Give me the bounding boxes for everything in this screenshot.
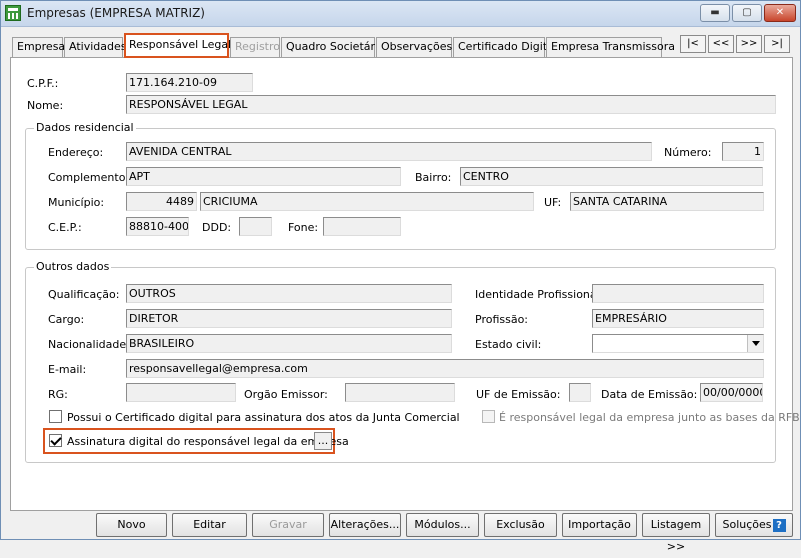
profissao-field[interactable]: EMPRESÁRIO [592,309,764,328]
listagem-button[interactable]: Listagem >> [642,513,710,553]
identidade-profissional-field[interactable] [592,284,764,303]
qualificacao-label: Qualificação: [48,288,120,301]
endereco-label: Endereço: [48,146,104,159]
fone-label: Fone: [288,221,319,234]
nav-last-button[interactable]: >| [764,35,790,53]
cpf-label: C.P.F.: [27,77,59,90]
nacionalidade-label: Nacionalidade: [48,338,130,351]
qualificacao-field[interactable]: OUTROS [126,284,452,303]
tab-registro[interactable]: Registro [230,37,280,57]
uf-field[interactable]: SANTA CATARINA [570,192,764,211]
nav-next-button[interactable]: >> [736,35,762,53]
uf-label: UF: [544,196,562,209]
complemento-field[interactable]: APT [126,167,401,186]
estado-civil-label: Estado civil: [475,338,542,351]
alteracoes-button[interactable]: Alterações... [329,513,401,537]
importacao-button[interactable]: Importação [562,513,637,537]
window: Empresas (EMPRESA MATRIZ) ▬ ▢ ✕ Empresa … [0,0,801,553]
nacionalidade-field[interactable]: BRASILEIRO [126,334,452,353]
municipio-label: Município: [48,196,105,209]
profissao-label: Profissão: [475,313,529,326]
assinatura-digital-checkbox[interactable] [49,434,62,447]
chevron-down-icon[interactable] [747,335,763,352]
rg-label: RG: [48,388,68,401]
assinatura-digital-label: Assinatura digital do responsável legal … [67,435,349,448]
tab-empresa[interactable]: Empresa [12,37,65,57]
nome-label: Nome: [27,99,64,112]
gravar-button[interactable]: Gravar [252,513,324,537]
email-field[interactable]: responsavellegal@empresa.com [126,359,764,378]
data-emissao-field[interactable]: 00/00/0000 [700,383,763,402]
uf-emissao-label: UF de Emissão: [476,388,561,401]
editar-button[interactable]: Editar [172,513,247,537]
estado-civil-dropdown[interactable] [592,334,764,353]
nav-first-button[interactable]: |< [680,35,706,53]
outros-dados-title: Outros dados [34,260,112,273]
maximize-button[interactable]: ▢ [732,4,762,22]
nome-field[interactable]: RESPONSÁVEL LEGAL [126,95,776,114]
numero-label: Número: [664,146,712,159]
cargo-label: Cargo: [48,313,85,326]
orgao-emissor-field[interactable] [345,383,455,402]
rg-field[interactable] [126,383,236,402]
certificado-junta-label: Possui o Certificado digital para assina… [67,411,460,424]
cpf-field[interactable]: 171.164.210-09 [126,73,253,92]
complemento-label: Complemento: [48,171,130,184]
endereco-field[interactable]: AVENIDA CENTRAL [126,142,652,161]
orgao-emissor-label: Orgão Emissor: [244,388,328,401]
bairro-label: Bairro: [415,171,452,184]
modulos-button[interactable]: Módulos... [406,513,479,537]
solucoes-button[interactable]: Soluções? [715,513,793,537]
ddd-label: DDD: [202,221,232,234]
tab-certificado-digital[interactable]: Certificado Digital [453,37,557,57]
email-label: E-mail: [48,363,87,376]
help-icon: ? [772,518,786,532]
cep-label: C.E.P.: [48,221,82,234]
tab-quadro-societario[interactable]: Quadro Societário [281,37,385,57]
close-button[interactable]: ✕ [764,4,796,22]
app-calculator-icon [5,5,21,21]
responsavel-rfb-checkbox[interactable] [482,410,495,423]
minimize-button[interactable]: ▬ [700,4,730,22]
exclusao-button[interactable]: Exclusão [484,513,557,537]
municipio-code-field[interactable]: 4489 [126,192,197,211]
data-emissao-label: Data de Emissão: [601,388,698,401]
cep-field[interactable]: 88810-400 [126,217,189,236]
nav-prev-button[interactable]: << [708,35,734,53]
tab-responsavel-legal[interactable]: Responsável Legal [124,33,231,58]
dados-residencial-title: Dados residencial [34,121,136,134]
title-bar: Empresas (EMPRESA MATRIZ) ▬ ▢ ✕ [1,1,800,27]
identidade-profissional-label: Identidade Profissional: [475,288,604,301]
solucoes-label: Soluções [722,518,772,531]
municipio-field[interactable]: CRICIUMA [200,192,534,211]
uf-emissao-field[interactable] [569,383,591,402]
tab-observacoes[interactable]: Observações [376,37,452,57]
tab-atividades[interactable]: Atividades [64,37,126,57]
numero-field[interactable]: 1 [722,142,764,161]
responsavel-rfb-label: É responsável legal da empresa junto as … [499,411,800,424]
assinatura-browse-button[interactable]: ... [314,432,332,450]
bairro-field[interactable]: CENTRO [460,167,763,186]
certificado-junta-checkbox[interactable] [49,410,62,423]
ddd-field[interactable] [239,217,272,236]
cargo-field[interactable]: DIRETOR [126,309,452,328]
fone-field[interactable] [323,217,401,236]
novo-button[interactable]: Novo [96,513,167,537]
window-title: Empresas (EMPRESA MATRIZ) [27,6,205,20]
tab-empresa-transmissora[interactable]: Empresa Transmissora [546,37,675,57]
